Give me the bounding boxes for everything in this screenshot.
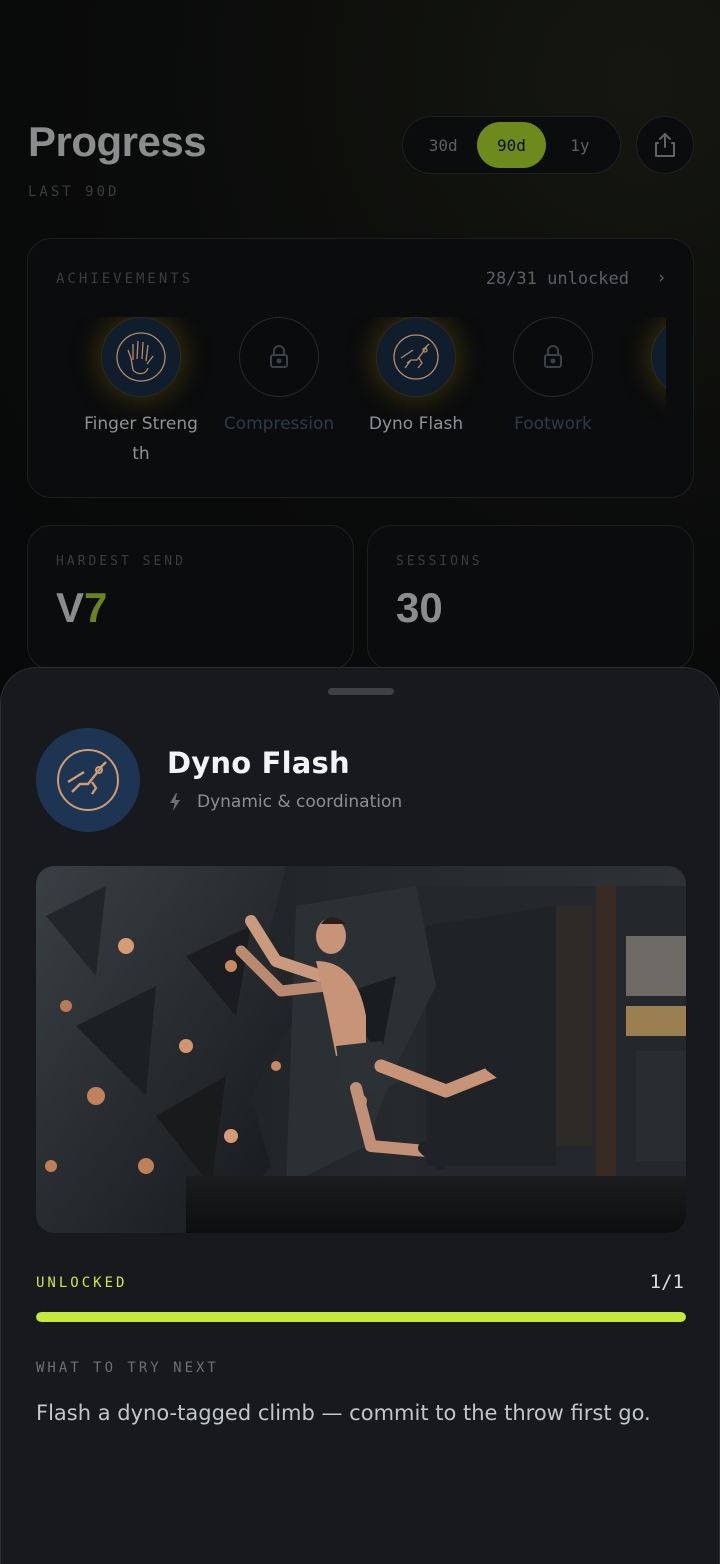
achievement-roof[interactable]: Roof F xyxy=(631,317,666,439)
next-step-text: Flash a dyno-tagged climb — commit to th… xyxy=(36,1401,651,1425)
achievement-name: Dyno Flash xyxy=(368,414,464,434)
achievements-count[interactable]: 28/31 unlocked xyxy=(486,269,629,289)
lock-icon xyxy=(544,345,562,368)
range-option-30d[interactable]: 30d xyxy=(409,122,477,168)
climber-photo xyxy=(36,866,686,1233)
page-subtitle: LAST 90D xyxy=(28,184,120,200)
hardest-send-card[interactable]: HARDEST SEND V7 xyxy=(27,525,354,670)
achievement-dyno-flash[interactable]: Dyno Flash xyxy=(356,317,476,439)
achievement-finger-strength[interactable]: Finger Strength xyxy=(81,317,201,469)
chevron-right-icon[interactable]: › xyxy=(658,268,665,288)
achievement-badge xyxy=(239,317,319,397)
status-count: 1/1 xyxy=(649,1271,684,1293)
next-step-label: WHAT TO TRY NEXT xyxy=(36,1360,219,1376)
stat-label: SESSIONS xyxy=(396,554,483,569)
achievement-badge xyxy=(376,317,456,397)
status-label: UNLOCKED xyxy=(36,1275,128,1291)
achievements-card[interactable]: ACHIEVEMENTS 28/31 unlocked › Finger Str… xyxy=(27,238,694,498)
range-option-90d[interactable]: 90d xyxy=(477,122,546,168)
achievements-heading: ACHIEVEMENTS xyxy=(56,271,194,287)
achievement-footwork[interactable]: Footwork xyxy=(493,317,613,439)
achievement-badge xyxy=(101,317,181,397)
achievement-name: Compression xyxy=(223,414,335,434)
sheet-drag-handle[interactable] xyxy=(328,688,394,695)
share-button[interactable] xyxy=(636,116,694,174)
sheet-category: Dynamic & coordination xyxy=(167,792,402,812)
achievement-badge xyxy=(651,317,666,397)
range-option-1y[interactable]: 1y xyxy=(546,122,614,168)
achievement-name: Footwork xyxy=(514,414,592,434)
achievement-badge xyxy=(513,317,593,397)
share-icon xyxy=(655,133,675,157)
achievements-carousel[interactable]: Finger Strength Compression Dyno Flash F… xyxy=(56,317,666,487)
lock-icon xyxy=(270,345,288,368)
progress-bar xyxy=(36,1312,686,1322)
achievement-name: Roof F xyxy=(631,409,666,439)
achievement-badge xyxy=(36,728,140,832)
sessions-card[interactable]: SESSIONS 30 xyxy=(367,525,694,670)
page-title: Progress xyxy=(28,118,207,165)
dyno-climber-icon xyxy=(393,334,439,380)
achievement-compression[interactable]: Compression xyxy=(219,317,339,439)
climber-photo-illustration xyxy=(36,866,686,1233)
stat-value: V7 xyxy=(56,584,108,631)
dyno-climber-icon xyxy=(57,749,119,811)
bolt-icon xyxy=(170,793,180,811)
achievement-detail-sheet: Dyno Flash Dynamic & coordination UNLOCK… xyxy=(0,667,720,1564)
achievement-name: Finger Strength xyxy=(84,414,198,464)
range-toggle: 30d 90d 1y xyxy=(402,116,621,174)
sheet-title: Dyno Flash xyxy=(167,746,350,780)
roof-climber-icon xyxy=(664,330,666,384)
stat-value: 30 xyxy=(396,584,443,631)
progress-bar-fill xyxy=(36,1312,686,1322)
hand-icon xyxy=(116,332,166,382)
stat-label: HARDEST SEND xyxy=(56,554,186,569)
